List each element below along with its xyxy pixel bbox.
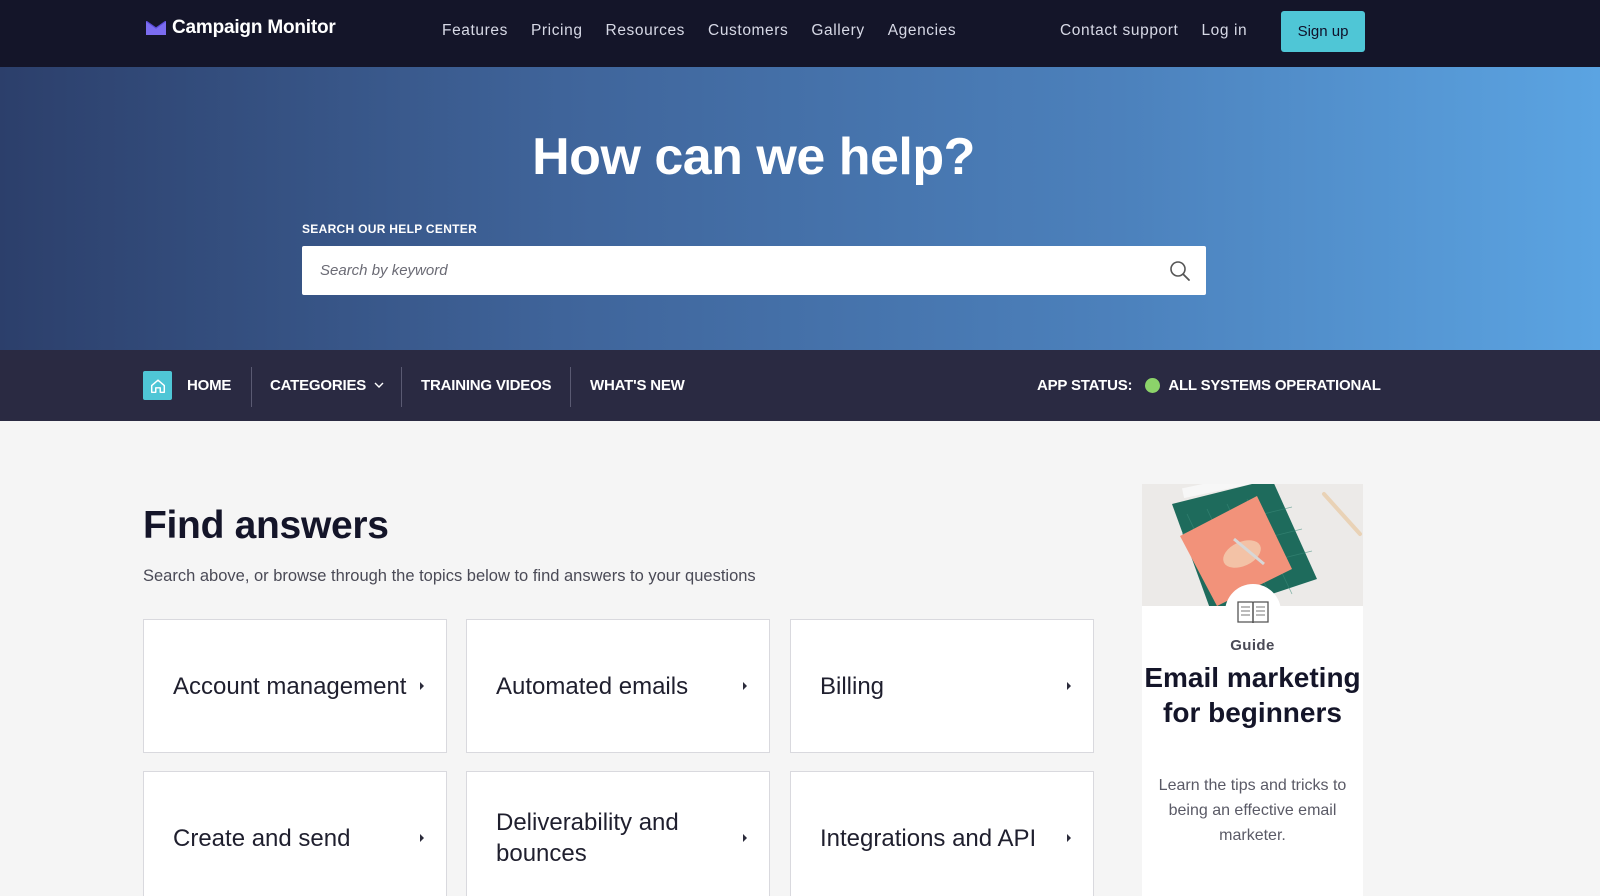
topic-card-label: Integrations and API: [820, 824, 1037, 852]
logo-text: Campaign Monitor: [172, 17, 336, 38]
topic-card-deliverability-and-bounces[interactable]: Deliverability and bounces: [466, 771, 770, 896]
app-status-value: ALL SYSTEMS OPERATIONAL: [1168, 377, 1381, 394]
topic-card-label: Deliverability and bounces: [496, 809, 679, 867]
topic-card-integrations-and-api[interactable]: Integrations and API: [790, 771, 1094, 896]
find-answers-subtitle: Search above, or browse through the topi…: [143, 567, 756, 585]
subnav-categories[interactable]: CATEGORIES: [270, 350, 384, 421]
nav-features[interactable]: Features: [442, 22, 508, 40]
app-status[interactable]: APP STATUS: ALL SYSTEMS OPERATIONAL: [1037, 350, 1381, 421]
subnav-divider: [251, 367, 252, 407]
caret-right-icon: [420, 834, 424, 842]
app-status-label: APP STATUS:: [1037, 377, 1133, 394]
guide-promo-card[interactable]: Guide Email marketing for beginners Lear…: [1142, 484, 1363, 896]
guide-title: Email marketing for beginners: [1144, 662, 1361, 728]
chevron-down-icon: [374, 382, 384, 388]
search-box: [302, 246, 1206, 295]
open-book-icon: [1237, 601, 1269, 624]
top-navbar: Campaign Monitor Features Pricing Resour…: [0, 0, 1600, 67]
search-input[interactable]: [320, 246, 1140, 295]
topic-card-label: Account management: [173, 672, 407, 700]
contact-support-link[interactable]: Contact support: [1060, 22, 1178, 40]
nav-resources[interactable]: Resources: [606, 22, 686, 40]
topic-card-automated-emails[interactable]: Automated emails: [466, 619, 770, 753]
login-link[interactable]: Log in: [1201, 22, 1247, 40]
caret-right-icon: [420, 682, 424, 690]
topic-card-label: Billing: [820, 672, 885, 700]
search-label: SEARCH OUR HELP CENTER: [302, 222, 478, 236]
subnav-home[interactable]: HOME: [187, 350, 231, 421]
sign-up-button[interactable]: Sign up: [1281, 11, 1365, 52]
hero-title: How can we help?: [532, 128, 975, 186]
status-dot-icon: [1145, 378, 1161, 393]
help-center-subnav: HOME CATEGORIES TRAINING VIDEOS WHAT'S N…: [0, 350, 1600, 421]
account-nav-links: Contact support Log in: [1060, 20, 1270, 42]
search-icon[interactable]: [1168, 259, 1192, 283]
topic-card-create-and-send[interactable]: Create and send: [143, 771, 447, 896]
nav-pricing[interactable]: Pricing: [531, 22, 583, 40]
hero-banner: How can we help? SEARCH OUR HELP CENTER: [0, 67, 1600, 350]
main-nav-links: Features Pricing Resources Customers Gal…: [442, 20, 979, 42]
topic-card-label: Automated emails: [496, 672, 689, 700]
subnav-whats-new[interactable]: WHAT'S NEW: [590, 350, 685, 421]
nav-gallery[interactable]: Gallery: [811, 22, 864, 40]
caret-right-icon: [1067, 834, 1071, 842]
guide-description: Learn the tips and tricks to being an ef…: [1158, 777, 1347, 844]
caret-right-icon: [1067, 682, 1071, 690]
book-badge: [1225, 584, 1281, 640]
categories-label: CATEGORIES: [270, 377, 367, 394]
caret-right-icon: [743, 682, 747, 690]
topic-card-label: Create and send: [173, 824, 351, 852]
subnav-divider: [570, 367, 571, 407]
campaign-monitor-logo[interactable]: Campaign Monitor: [146, 16, 336, 40]
topic-card-billing[interactable]: Billing: [790, 619, 1094, 753]
subnav-training-videos[interactable]: TRAINING VIDEOS: [421, 350, 552, 421]
nav-agencies[interactable]: Agencies: [888, 22, 957, 40]
subnav-divider: [401, 367, 402, 407]
nav-customers[interactable]: Customers: [708, 22, 788, 40]
find-answers-title: Find answers: [143, 504, 389, 547]
caret-right-icon: [743, 834, 747, 842]
home-icon[interactable]: [143, 371, 172, 400]
topic-card-account-management[interactable]: Account management: [143, 619, 447, 753]
guide-tag: Guide: [1230, 637, 1275, 654]
envelope-logo-icon: [146, 21, 166, 35]
